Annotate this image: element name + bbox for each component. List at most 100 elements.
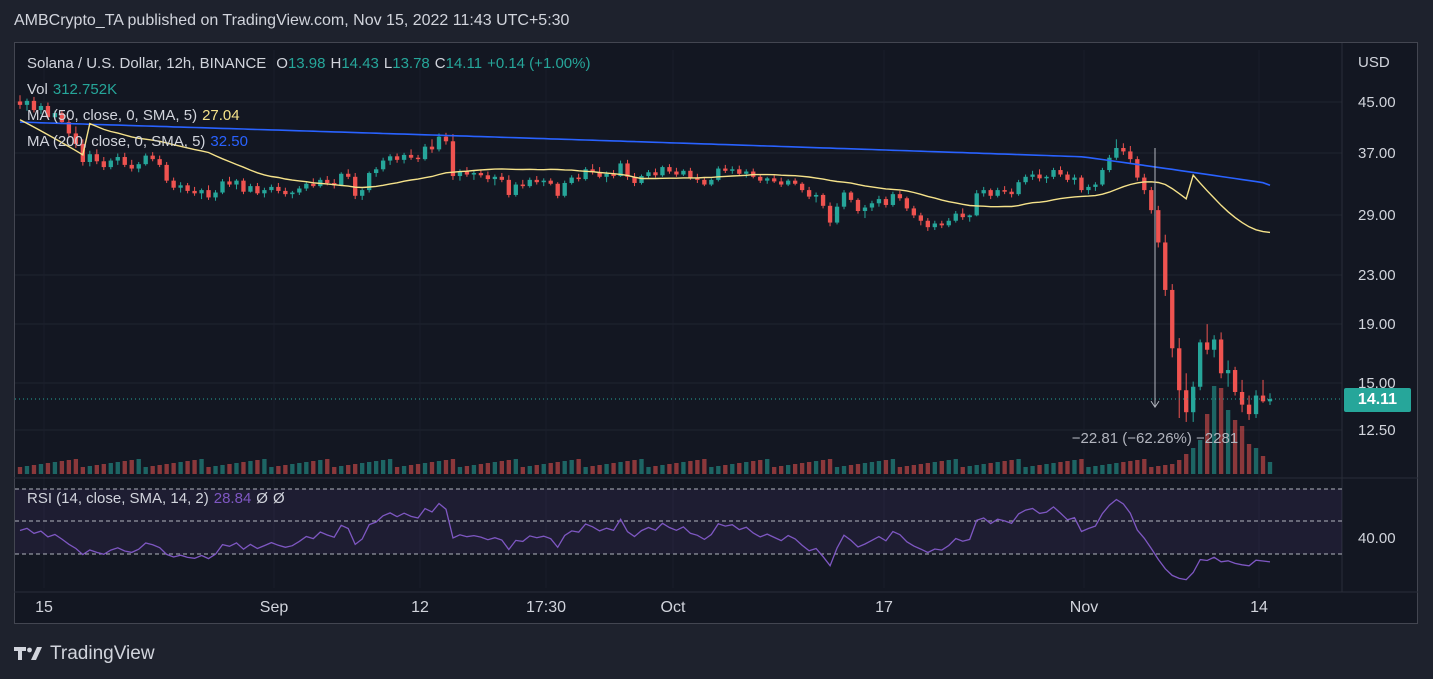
volume-bar [737,463,742,474]
time-axis-tick[interactable]: 12 [411,599,429,616]
price-axis-tick[interactable]: 29.00 [1358,207,1396,224]
candle-body [974,193,979,216]
volume-bar [171,463,176,474]
volume-bar [730,464,735,474]
volume-bar [932,462,937,474]
measure-label: −22.81 (−62.26%) −2281 [1072,430,1238,447]
candle-body [1177,348,1182,391]
time-axis-tick[interactable]: 17 [875,599,893,616]
tradingview-logo-icon [14,647,42,660]
volume-bar [820,460,826,474]
time-axis-tick[interactable]: 14 [1250,599,1268,616]
candle-body [981,190,986,194]
time-axis-tick[interactable]: Nov [1070,599,1098,616]
candle-body [911,208,917,216]
volume-bar [827,459,833,474]
price-axis-tick[interactable]: 12.50 [1358,422,1396,439]
volume-bar [408,465,414,474]
price-axis-tick[interactable]: 19.00 [1358,316,1396,333]
high-label: H [330,55,342,72]
time-axis-tick[interactable]: 17:30 [526,599,566,616]
candle-body [108,160,113,168]
candle-body [94,154,99,162]
candle-body [548,180,553,184]
candle-body [311,183,316,187]
candle-body [304,183,309,189]
time-axis-tick[interactable]: Sep [260,599,289,616]
price-axis-tick[interactable]: 45.00 [1358,94,1396,111]
volume-bar [1058,462,1063,474]
candle-body [178,185,183,188]
volume-bar [869,462,875,474]
volume-bar [1114,463,1119,474]
candle-body [876,199,882,204]
ma200-legend[interactable]: MA (200, close, 0, SMA, 5) 32.50 [27,133,253,150]
volume-bar [290,464,295,474]
volume-bar [1142,459,1147,474]
candle-body [17,101,23,105]
volume-bar [1128,461,1133,474]
candle-body [220,181,225,193]
time-axis-tick[interactable]: 15 [35,599,53,616]
volume-bar [311,461,316,474]
candle-body [904,198,910,209]
candle-body [450,141,456,177]
volume-legend[interactable]: Vol 312.752K [27,81,122,98]
volume-bar [1107,464,1112,474]
price-axis-tick[interactable]: 37.00 [1358,145,1396,162]
candle-body [478,173,484,176]
volume-bar [792,464,798,474]
rsi-legend[interactable]: RSI (14, close, SMA, 14, 2) 28.84 Ø Ø [27,490,290,507]
volume-bar [115,462,120,474]
volume-bar [758,460,763,474]
price-axis-tick[interactable]: 23.00 [1358,267,1396,284]
volume-bar [136,459,141,474]
candle-body [555,183,560,196]
volume-bar [429,462,435,474]
volume-bar [1072,460,1077,474]
candle-body [569,177,574,183]
volume-bar [855,464,861,474]
volume-bar [967,466,972,474]
time-axis-tick[interactable]: Oct [661,599,686,616]
volume-bar [981,464,986,474]
price-axis-currency[interactable]: USD [1358,54,1390,71]
volume-bar [401,466,407,474]
candle-body [834,206,840,223]
volume-bar [1135,460,1140,474]
candle-body [185,185,190,191]
volume-bar [974,465,979,474]
candle-body [702,179,707,185]
candle-body [737,169,742,174]
volume-bar [380,460,386,474]
volume-bar [213,466,218,474]
volume-bar [87,466,92,474]
ma50-value: 27.04 [202,107,240,124]
volume-bar [1079,459,1084,474]
volume-bar [220,465,225,474]
candle-body [1009,191,1014,195]
volume-bar [143,467,148,474]
volume-bar [178,462,183,474]
volume-bar [527,466,532,474]
volume-bar [772,467,777,474]
candle-body [227,181,232,185]
volume-bar [1253,448,1259,474]
volume-bar [422,463,428,474]
candle-body [283,190,288,195]
candle-body [1246,404,1252,415]
volume-bar [813,461,819,474]
volume-bar [695,460,700,474]
chart-canvas[interactable]: −22.81 (−62.26%) −2281 USD 45.00 37.00 29.00… [0,0,1433,679]
candle-body [290,192,295,195]
ma200-line [19,121,1271,187]
volume-bar [1100,465,1105,474]
change-value: +0.14 (+1.00%) [487,55,591,72]
ma50-legend[interactable]: MA (50, close, 0, SMA, 5) 27.04 [27,107,245,124]
candle-body [199,190,204,194]
rsi-axis-tick[interactable]: 40.00 [1358,530,1396,547]
candle-body [1211,339,1217,350]
volume-bar [541,464,546,474]
candle-body [429,146,435,150]
symbol-title[interactable]: Solana / U.S. Dollar, 12h, BINANCE [27,55,266,72]
